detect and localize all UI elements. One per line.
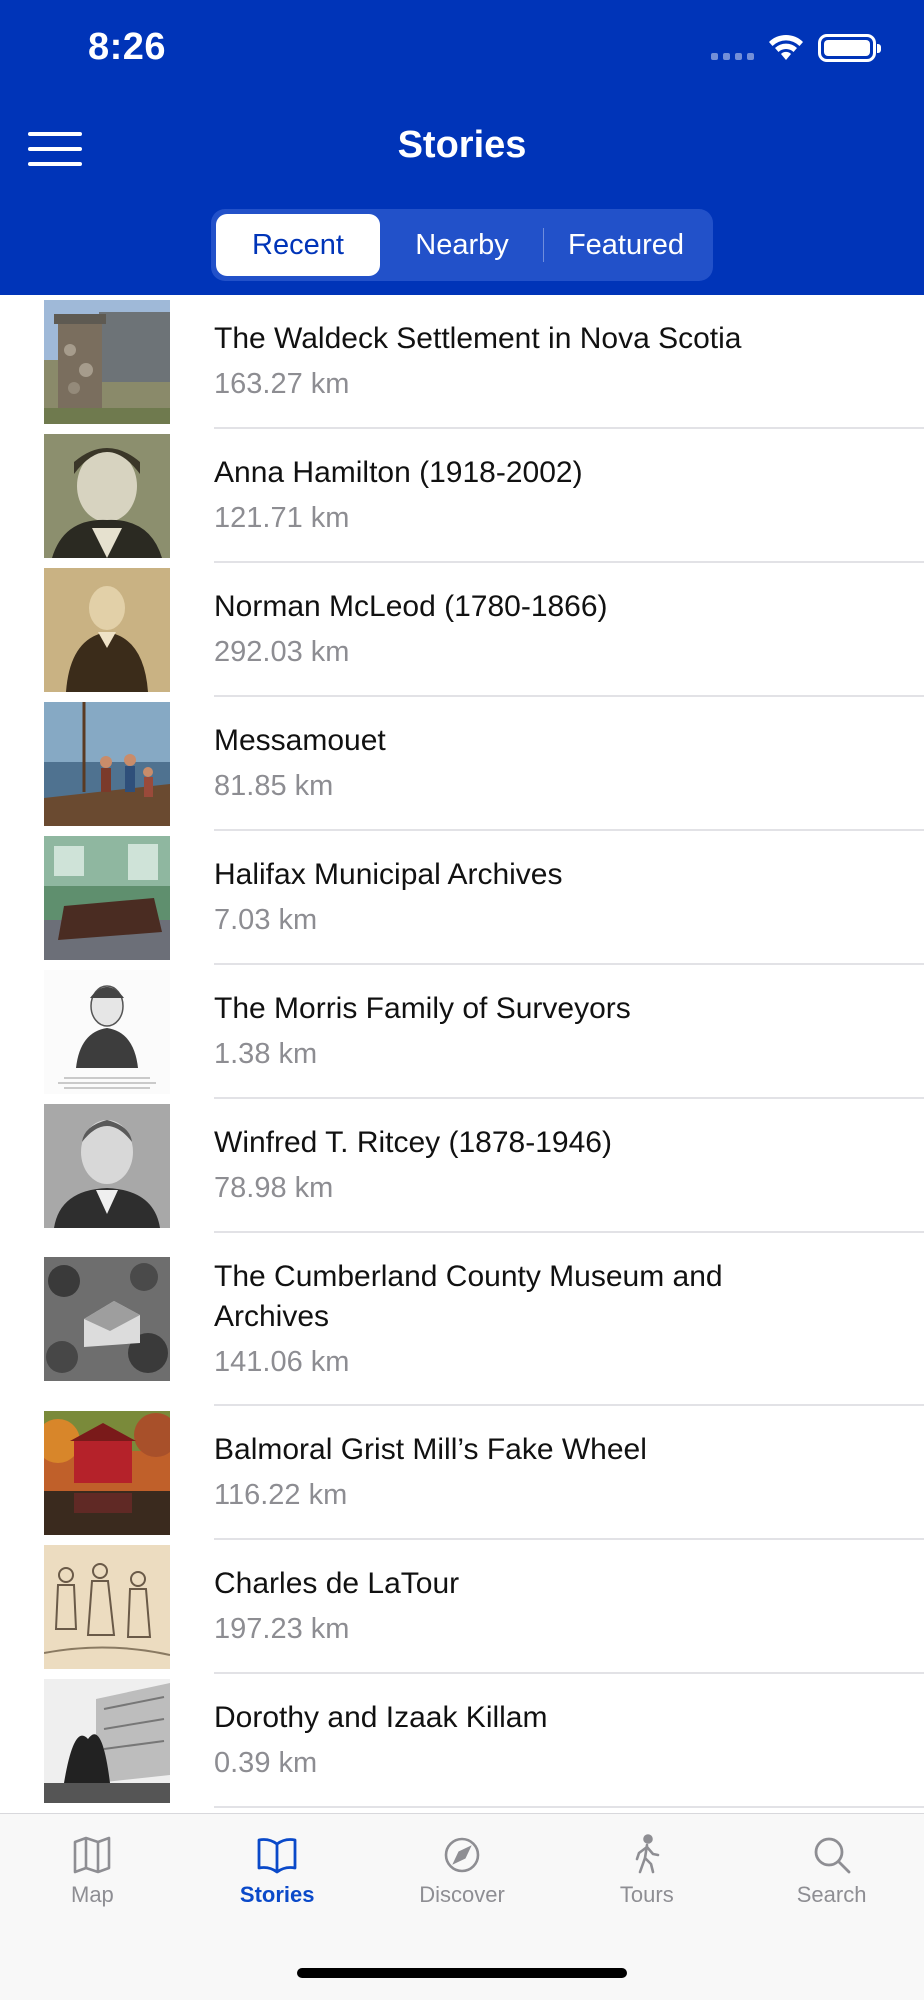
list-item[interactable]: Balmoral Grist Mill’s Fake Wheel 116.22 … xyxy=(0,1406,924,1540)
search-icon xyxy=(814,1837,850,1874)
list-item[interactable]: Anna Hamilton (1918-2002) 121.71 km xyxy=(0,429,924,563)
home-indicator[interactable] xyxy=(297,1968,627,1978)
tab-discover[interactable]: Discover xyxy=(370,1814,555,1924)
tab-label: Stories xyxy=(239,1882,315,1907)
list-item[interactable]: Dorothy and Izaak Killam 0.39 km xyxy=(0,1674,924,1808)
map-icon xyxy=(74,1836,111,1874)
app-header: 8:26 Stories Recent Nearby Featured xyxy=(0,0,924,295)
story-thumbnail xyxy=(44,1104,170,1228)
status-time: 8:26 xyxy=(88,26,167,68)
story-thumbnail xyxy=(44,568,170,692)
story-title: Messamouet xyxy=(214,724,386,757)
tab-search[interactable]: Search xyxy=(739,1814,924,1924)
list-item[interactable]: Winfred T. Ritcey (1878-1946) 78.98 km xyxy=(0,1099,924,1233)
status-icons xyxy=(711,34,881,62)
story-thumbnail xyxy=(44,702,170,826)
segmented-control: Recent Nearby Featured xyxy=(211,209,713,281)
story-distance: 81.85 km xyxy=(214,770,334,802)
tab-map[interactable]: Map xyxy=(0,1814,185,1924)
list-item[interactable]: The Waldeck Settlement in Nova Scotia 16… xyxy=(0,295,924,429)
page-title: Stories xyxy=(397,124,527,166)
tab-bar: Map Stories Discover Tours Search xyxy=(0,1813,924,2000)
list-item[interactable]: The Cumberland County Museum and Archive… xyxy=(0,1233,924,1406)
story-thumbnail xyxy=(44,1411,170,1535)
story-distance: 197.23 km xyxy=(214,1613,350,1645)
story-title: Dorothy and Izaak Killam xyxy=(214,1701,548,1734)
list-item[interactable]: Messamouet 81.85 km xyxy=(0,697,924,831)
list-item[interactable]: Charles de LaTour 197.23 km xyxy=(0,1540,924,1674)
story-distance: 292.03 km xyxy=(214,636,350,668)
story-thumbnail xyxy=(44,300,170,424)
story-distance: 7.03 km xyxy=(214,904,318,936)
cellular-signal-icon xyxy=(711,36,754,60)
story-distance: 141.06 km xyxy=(214,1346,350,1378)
story-thumbnail xyxy=(44,836,170,960)
story-title: Anna Hamilton (1918-2002) xyxy=(214,456,583,489)
story-title: Norman McLeod (1780-1866) xyxy=(214,590,608,623)
tab-stories[interactable]: Stories xyxy=(185,1814,370,1924)
book-icon xyxy=(257,1838,297,1874)
story-title: Balmoral Grist Mill’s Fake Wheel xyxy=(214,1433,647,1466)
story-thumbnail xyxy=(44,970,170,1094)
story-thumbnail xyxy=(44,1257,170,1381)
story-title: The Cumberland County Museum and Archive… xyxy=(214,1260,723,1333)
tab-label: Tours xyxy=(619,1882,674,1907)
story-distance: 1.38 km xyxy=(214,1038,318,1070)
tab-label: Search xyxy=(796,1882,867,1907)
compass-icon xyxy=(444,1837,480,1873)
story-distance: 121.71 km xyxy=(214,502,350,534)
walking-icon xyxy=(635,1834,660,1874)
tab-tours[interactable]: Tours xyxy=(554,1814,739,1924)
tab-label: Map xyxy=(71,1882,114,1907)
battery-icon xyxy=(818,34,881,62)
list-item[interactable]: The Morris Family of Surveyors 1.38 km xyxy=(0,965,924,1099)
story-distance: 78.98 km xyxy=(214,1172,334,1204)
story-title: Winfred T. Ritcey (1878-1946) xyxy=(214,1126,612,1159)
segment-featured[interactable]: Featured xyxy=(544,214,708,276)
story-thumbnail xyxy=(44,1545,170,1669)
story-title: Halifax Municipal Archives xyxy=(214,858,563,891)
list-item[interactable]: Norman McLeod (1780-1866) 292.03 km xyxy=(0,563,924,697)
segment-nearby-label: Nearby xyxy=(415,228,509,261)
story-title: The Waldeck Settlement in Nova Scotia xyxy=(214,322,742,355)
story-title: The Morris Family of Surveyors xyxy=(214,992,631,1025)
list-item[interactable]: Halifax Municipal Archives 7.03 km xyxy=(0,831,924,965)
story-distance: 0.39 km xyxy=(214,1747,318,1779)
story-distance: 163.27 km xyxy=(214,368,350,400)
story-thumbnail xyxy=(44,1679,170,1803)
tab-label: Discover xyxy=(419,1882,505,1907)
story-title: Charles de LaTour xyxy=(214,1567,460,1600)
segment-recent[interactable]: Recent xyxy=(216,214,380,276)
story-list[interactable]: The Waldeck Settlement in Nova Scotia 16… xyxy=(0,295,924,1813)
segment-nearby[interactable]: Nearby xyxy=(380,214,544,276)
wifi-icon xyxy=(769,34,803,60)
story-distance: 116.22 km xyxy=(214,1479,348,1511)
story-thumbnail xyxy=(44,434,170,558)
